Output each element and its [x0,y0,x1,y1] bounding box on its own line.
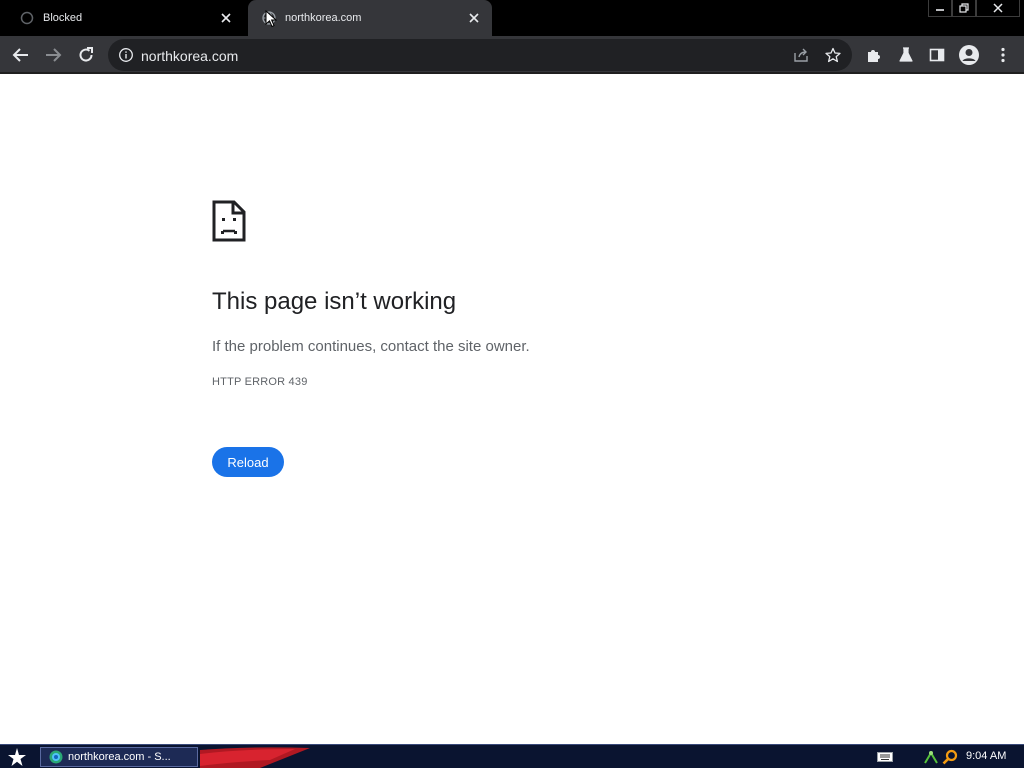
address-bar[interactable]: northkorea.com [108,39,852,71]
browser-globe-icon [49,750,63,764]
back-button[interactable] [6,40,36,70]
tab-close-icon[interactable] [466,10,482,26]
tab-blocked[interactable]: Blocked [8,0,244,36]
minimize-button[interactable] [928,0,952,17]
tab-close-icon[interactable] [218,10,234,26]
start-button[interactable] [6,746,28,768]
forward-button[interactable] [38,40,68,70]
error-message: If the problem continues, contact the si… [212,338,530,355]
mouse-cursor-icon [265,10,277,28]
taskbar: northkorea.com - S... 9:04 AM [0,744,1024,768]
search-icon[interactable] [942,749,958,765]
reload-icon [79,47,93,62]
desktop-screen: Blocked northkorea.com northkorea.com Th… [0,0,1024,768]
profile-avatar-icon [959,45,979,65]
reload-button[interactable] [71,40,101,70]
keyboard-icon[interactable] [877,749,893,765]
back-arrow-icon [12,48,28,62]
menu-kebab-icon [1001,47,1005,63]
url-text[interactable]: northkorea.com [141,48,238,64]
error-code: HTTP ERROR 439 [212,376,308,388]
taskbar-item-label: northkorea.com - S... [68,751,171,763]
side-panel-icon [929,48,945,62]
taskbar-item-browser[interactable]: northkorea.com - S... [40,747,198,767]
tab-title: Blocked [43,12,83,24]
sad-page-icon [212,200,246,242]
extensions-icon [868,50,880,62]
close-icon [993,3,1003,13]
tab-strip: Blocked northkorea.com [0,0,1024,36]
network-icon[interactable] [923,749,939,765]
browser-toolbar: northkorea.com [0,36,1024,74]
minimize-icon [936,9,944,11]
restore-icon [959,3,969,13]
tab-northkorea[interactable]: northkorea.com [248,0,492,36]
star-start-icon [8,748,26,766]
reload-page-button[interactable]: Reload [212,447,284,477]
clock: 9:04 AM [966,750,1007,762]
loading-spinner-icon [20,11,34,25]
error-page: This page isn’t working If the problem c… [0,76,1024,744]
share-icon[interactable] [792,46,810,64]
side-panel-button[interactable] [922,40,952,70]
error-title: This page isn’t working [212,288,457,315]
forward-arrow-icon [46,48,62,62]
profile-button[interactable] [954,40,984,70]
labs-button[interactable] [891,40,921,70]
restore-button[interactable] [952,0,976,17]
info-icon[interactable] [118,47,134,63]
extensions-button[interactable] [859,40,889,70]
star-icon[interactable] [824,46,842,64]
menu-button[interactable] [988,40,1018,70]
tab-title: northkorea.com [285,12,362,24]
labs-flask-icon [899,47,913,62]
close-window-button[interactable] [976,0,1020,17]
taskbar-decoration [200,747,310,768]
